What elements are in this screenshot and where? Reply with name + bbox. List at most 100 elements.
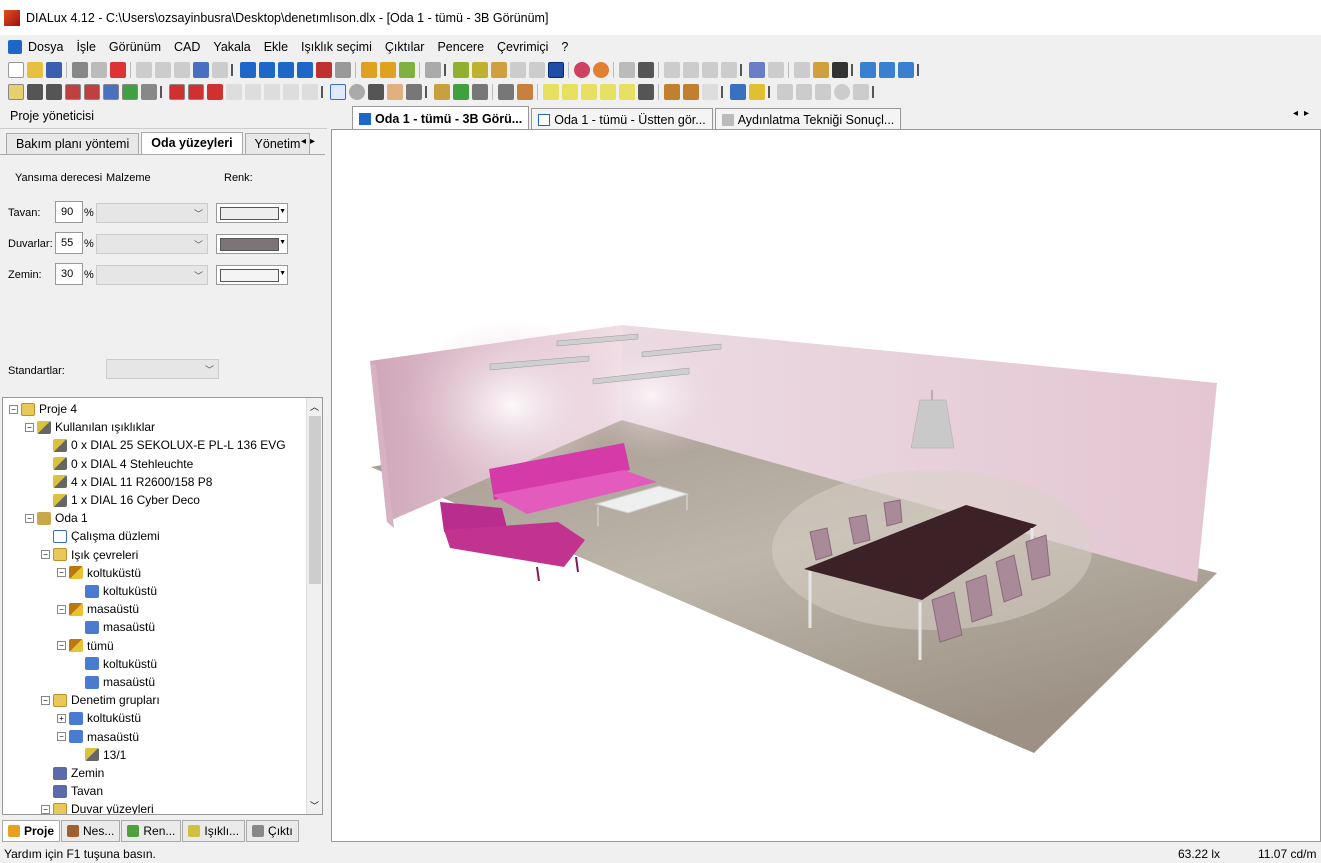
tab-scroll-arrows[interactable]: ◂▸ — [1293, 108, 1315, 119]
isolines-icon[interactable] — [592, 62, 609, 78]
collapse-icon[interactable]: − — [57, 641, 66, 651]
toolbar-grip[interactable] — [738, 61, 744, 79]
hierarchy-icon[interactable] — [729, 84, 746, 100]
tree-item[interactable]: − Proje 4 — [9, 400, 77, 418]
light-aim-icon[interactable] — [206, 84, 223, 100]
tab-luminaires[interactable]: Işıklı... — [182, 820, 246, 842]
toolbar-grip[interactable] — [229, 61, 235, 79]
grid-disabled-icon[interactable] — [701, 84, 718, 100]
snap-grid-icon[interactable] — [121, 84, 138, 100]
open-folder-icon[interactable] — [26, 62, 43, 78]
collapse-icon[interactable]: − — [41, 804, 50, 814]
circle-icon[interactable] — [833, 84, 850, 100]
tree-item[interactable]: − masaüstü — [57, 728, 139, 746]
curve-icon[interactable] — [814, 84, 831, 100]
tree-item[interactable]: − tümü — [57, 637, 114, 655]
3d-view-icon[interactable] — [239, 62, 256, 78]
pan-hand-icon[interactable] — [386, 84, 403, 100]
menu-isle[interactable]: İşle — [76, 40, 95, 54]
walls-material-select[interactable]: ﹀ — [96, 234, 208, 254]
align-icon[interactable] — [663, 62, 680, 78]
orbit-icon[interactable] — [367, 84, 384, 100]
arrow-pointer-icon[interactable] — [329, 84, 346, 100]
ceiling-element-icon[interactable] — [471, 84, 488, 100]
tree-item[interactable]: 13/1 — [73, 746, 126, 764]
furniture-icon[interactable] — [452, 62, 469, 78]
toolbar-grip[interactable] — [423, 83, 429, 101]
wall-icon[interactable] — [433, 84, 450, 100]
toolbar-grip[interactable] — [870, 83, 876, 101]
tree-item[interactable]: − Duvar yüzeyleri — [41, 800, 154, 814]
shape-3-icon[interactable] — [580, 84, 597, 100]
menu-help[interactable]: ? — [561, 40, 568, 54]
toolbar-grip[interactable] — [319, 83, 325, 101]
ceiling-color-picker[interactable]: ▼ — [216, 203, 288, 223]
tab-top-view[interactable]: Oda 1 - tümü - Üstten gör... — [531, 108, 713, 130]
object-icon[interactable] — [471, 62, 488, 78]
aim-disabled-4-icon[interactable] — [282, 84, 299, 100]
zoom-icon[interactable] — [348, 84, 365, 100]
arrange-windows-icon[interactable] — [859, 62, 876, 78]
print-preview-icon[interactable] — [90, 62, 107, 78]
ceiling-material-select[interactable]: ﹀ — [96, 203, 208, 223]
menu-ekle[interactable]: Ekle — [264, 40, 288, 54]
move-icon[interactable] — [26, 84, 43, 100]
tree-item[interactable]: 0 x DIAL 4 Stehleuchte — [41, 455, 193, 473]
light-source-icon[interactable] — [168, 84, 185, 100]
collapse-icon[interactable]: − — [25, 422, 34, 432]
floor-color-picker[interactable]: ▼ — [216, 265, 288, 285]
select-icon[interactable] — [7, 84, 24, 100]
aim-disabled-3-icon[interactable] — [263, 84, 280, 100]
tree-item[interactable]: Tavan — [41, 782, 103, 800]
ceiling-reflectance-input[interactable]: 90 — [55, 201, 83, 223]
tree-item[interactable]: − koltuküstü — [57, 564, 141, 582]
scroll-up-icon[interactable]: ︿ — [310, 400, 319, 413]
tree-item[interactable]: 4 x DIAL 11 R2600/158 P8 — [41, 473, 212, 491]
collapse-icon[interactable]: − — [41, 695, 50, 705]
hatch-icon[interactable] — [852, 84, 869, 100]
undo-icon[interactable] — [192, 62, 209, 78]
menu-cevrimici[interactable]: Çevrimiçi — [497, 40, 548, 54]
edit-room-icon[interactable] — [64, 84, 81, 100]
film-icon[interactable] — [831, 62, 848, 78]
collapse-icon[interactable]: − — [57, 568, 66, 578]
zoom-window-icon[interactable] — [334, 62, 351, 78]
tab-room-surfaces[interactable]: Oda yüzeyleri — [141, 132, 243, 155]
luminaire-line-icon[interactable] — [398, 62, 415, 78]
collapse-icon[interactable]: − — [25, 513, 34, 523]
toolbar-grip[interactable] — [158, 83, 164, 101]
tree-item[interactable]: koltuküstü — [73, 582, 157, 600]
line-icon[interactable] — [776, 84, 793, 100]
distribute-icon[interactable] — [682, 62, 699, 78]
tile-vertical-icon[interactable] — [897, 62, 914, 78]
menu-isiklik-secimi[interactable]: Işıklık seçimi — [301, 40, 372, 54]
rotate-icon[interactable] — [45, 84, 62, 100]
tree-item[interactable]: − Denetim grupları — [41, 691, 160, 709]
pointer-tool-icon[interactable] — [637, 62, 654, 78]
paste-icon[interactable] — [173, 62, 190, 78]
tab-scroll-arrows[interactable]: ◂▸ — [301, 136, 319, 147]
toolbar-grip[interactable] — [849, 61, 855, 79]
floor-material-select[interactable]: ﹀ — [96, 265, 208, 285]
tree-item[interactable]: Zemin — [41, 764, 104, 782]
group-icon[interactable] — [720, 62, 737, 78]
edit-points-icon[interactable] — [83, 84, 100, 100]
menu-ciktilar[interactable]: Çıktılar — [385, 40, 425, 54]
tree-item[interactable]: + koltuküstü — [57, 709, 141, 727]
3d-viewport[interactable] — [331, 129, 1321, 842]
tab-output[interactable]: Çıktı — [246, 820, 299, 842]
tab-lighting-results[interactable]: Aydınlatma Tekniği Sonuçl... — [714, 108, 902, 130]
shape-4-icon[interactable] — [599, 84, 616, 100]
tree-item[interactable]: 1 x DIAL 16 Cyber Deco — [41, 491, 200, 509]
walls-reflectance-input[interactable]: 55 — [55, 232, 83, 254]
toolbar-grip[interactable] — [442, 61, 448, 79]
measure-icon[interactable] — [618, 62, 635, 78]
collapse-icon[interactable]: − — [41, 550, 50, 560]
new-file-icon[interactable] — [7, 62, 24, 78]
calculator-icon[interactable] — [748, 62, 765, 78]
toolbar-grip[interactable] — [719, 83, 725, 101]
snap-angle-icon[interactable] — [140, 84, 157, 100]
cut-icon[interactable] — [135, 62, 152, 78]
save-icon[interactable] — [45, 62, 62, 78]
redo-icon[interactable] — [211, 62, 228, 78]
